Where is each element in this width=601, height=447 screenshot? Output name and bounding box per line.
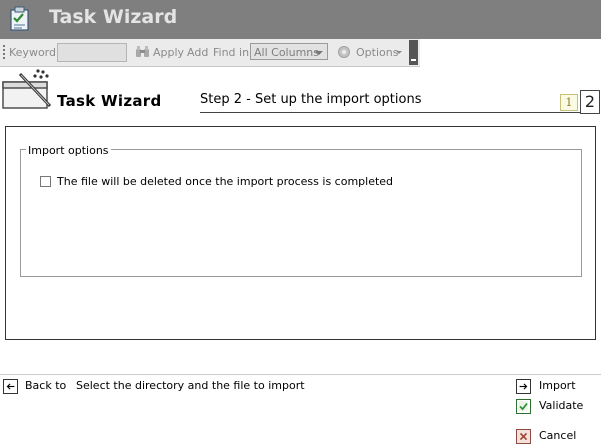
wizard-wand-icon — [2, 69, 52, 109]
task-wizard-app-icon — [10, 6, 29, 31]
delete-file-checkbox[interactable] — [40, 176, 51, 187]
keyword-input[interactable] — [57, 43, 127, 62]
back-button[interactable]: Back to — [25, 379, 66, 392]
add-button[interactable]: Add — [187, 46, 208, 59]
gear-icon[interactable] — [337, 45, 351, 59]
delete-file-label[interactable]: The file will be deleted once the import… — [57, 175, 393, 188]
find-in-select[interactable]: All Columns — [250, 43, 328, 60]
toolbar-grip-icon[interactable] — [3, 45, 5, 59]
wizard-title: Task Wizard — [57, 92, 162, 110]
window-title: Task Wizard — [49, 6, 178, 28]
back-arrow-icon[interactable] — [3, 379, 18, 394]
chevron-down-icon — [315, 51, 323, 55]
toolbar-overflow-button[interactable] — [409, 40, 418, 65]
cancel-button[interactable]: Cancel — [539, 429, 576, 442]
cancel-x-icon[interactable] — [516, 429, 531, 444]
import-button[interactable]: Import — [539, 379, 576, 392]
options-dropdown-icon[interactable] — [396, 51, 402, 54]
step-1-indicator[interactable]: 1 — [560, 94, 578, 111]
back-description[interactable]: Select the directory and the file to imp… — [76, 379, 305, 392]
search-toolbar: Keyword Apply Add Find in All Columns Op… — [0, 39, 420, 67]
binoculars-icon[interactable] — [135, 46, 150, 58]
step-title-underline — [200, 112, 592, 113]
validate-button[interactable]: Validate — [539, 399, 583, 412]
step-2-indicator: 2 — [580, 90, 600, 114]
import-options-group — [20, 149, 582, 277]
import-arrow-icon[interactable] — [516, 379, 531, 394]
window-titlebar: Task Wizard — [0, 0, 601, 39]
find-in-label: Find in — [213, 46, 250, 59]
validate-check-icon[interactable] — [516, 399, 531, 414]
apply-button[interactable]: Apply — [153, 46, 184, 59]
step-title: Step 2 - Set up the import options — [200, 92, 422, 107]
options-button[interactable]: Options — [356, 46, 398, 59]
find-in-selected-value: All Columns — [254, 46, 319, 59]
import-options-legend: Import options — [26, 144, 111, 157]
keyword-label: Keyword — [9, 46, 56, 59]
footer-divider — [0, 374, 601, 375]
